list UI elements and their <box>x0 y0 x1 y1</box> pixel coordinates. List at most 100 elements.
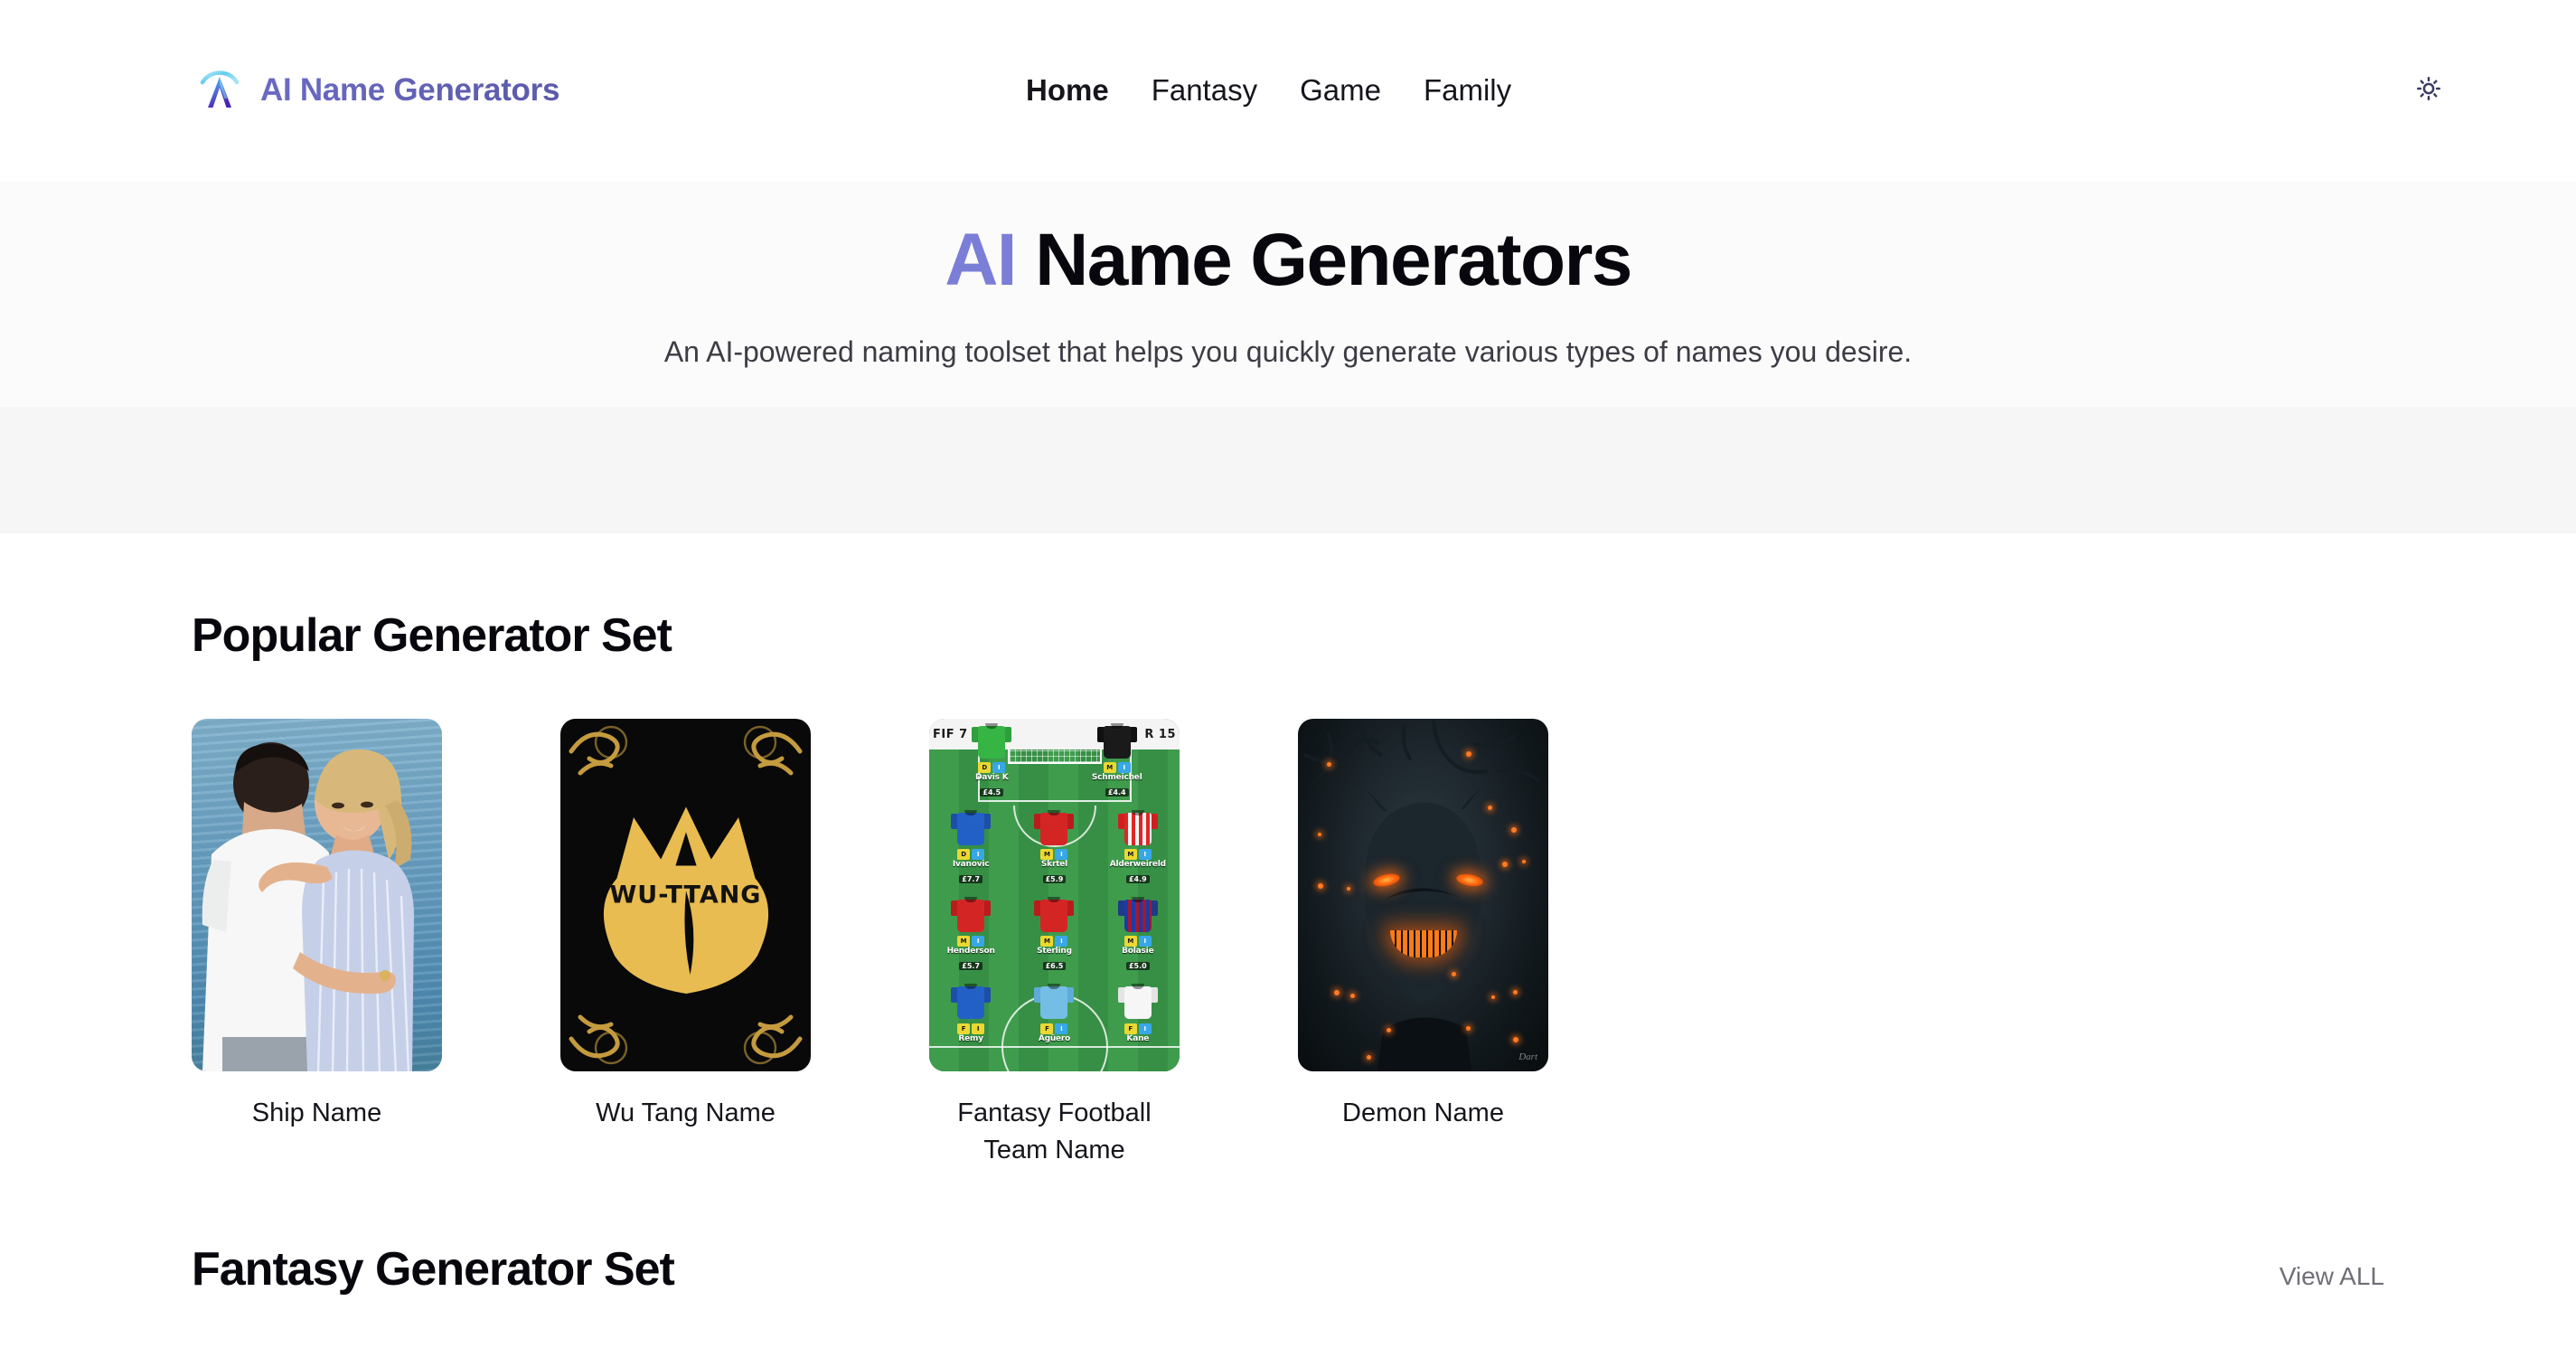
pitch-player-label: MI Schmeichel £4.4 <box>1082 761 1152 799</box>
page-title: AI Name Generators <box>0 222 2576 298</box>
player-name: Sterling <box>1037 947 1072 957</box>
pitch-player[interactable] <box>935 896 1006 933</box>
pitch-player-label: MI Henderson £5.7 <box>935 935 1006 973</box>
page-title-accent: AI <box>945 219 1017 301</box>
view-all-link[interactable]: View ALL <box>2280 1262 2384 1296</box>
couple-by-the-sea-photo <box>192 719 442 1072</box>
status-pill: I <box>992 762 1006 774</box>
brand-name: AI Name Generators <box>260 72 560 108</box>
nav-item-home[interactable]: Home <box>1026 73 1109 108</box>
position-pill: M <box>1103 762 1116 774</box>
kit-icon-black-gk <box>1096 722 1137 759</box>
kit-icon-liverpool-red <box>1034 896 1075 933</box>
player-price: £5.0 <box>1125 962 1150 971</box>
ai-arrow-logo-icon <box>192 62 248 118</box>
player-price: £4.9 <box>1125 875 1150 884</box>
player-name: Henderson <box>946 947 995 957</box>
popular-section-title: Popular Generator Set <box>192 609 672 663</box>
kit-icon-palace-stripes <box>1117 896 1158 933</box>
generator-card-label: Fantasy Football Team Name <box>957 1098 1152 1165</box>
kit-icon-tottenham-white <box>1117 983 1158 1020</box>
generator-card-ship-name[interactable]: Ship Name <box>192 719 442 1169</box>
player-name: Davis K <box>974 773 1009 783</box>
position-pill: F <box>957 1023 971 1035</box>
hero-section: AI Name Generators An AI-powered naming … <box>0 181 2576 408</box>
position-pill: F <box>1040 1023 1054 1035</box>
player-price: £6.5 <box>1042 962 1067 971</box>
status-pill: I <box>972 936 985 947</box>
nav-item-game[interactable]: Game <box>1300 73 1381 108</box>
pitch-player[interactable] <box>1082 722 1152 759</box>
wu-tang-wordmark: WU-TTANG <box>609 881 762 910</box>
position-pill: F <box>1123 1023 1137 1035</box>
position-pill: D <box>957 849 971 861</box>
player-name: Ivanovic <box>952 860 990 870</box>
generator-card-label: Wu Tang Name <box>596 1098 776 1128</box>
generator-card-label: Demon Name <box>1342 1098 1504 1128</box>
player-name: Schmeichel <box>1091 773 1142 783</box>
kit-icon-liverpool-red <box>1034 809 1075 846</box>
kit-icon-chelsea-blue <box>951 983 992 1020</box>
pitch-player[interactable] <box>935 809 1006 846</box>
page-title-rest: Name Generators <box>1016 219 1632 301</box>
position-pill: M <box>1123 936 1137 947</box>
pitch-player[interactable] <box>935 983 1006 1020</box>
pitch-player[interactable] <box>1019 896 1089 933</box>
status-pill: I <box>1138 849 1152 861</box>
pitch-player-label: FI Remy <box>935 1023 1006 1044</box>
generator-card-wu-tang-name[interactable]: WU-TTANG Wu Tang Name <box>560 719 811 1169</box>
pitch-player-label: DI Davis K £4.5 <box>956 761 1027 799</box>
status-pill: I <box>1138 936 1152 947</box>
status-pill: I <box>972 849 985 861</box>
pitch-player-label: FI Agüero <box>1019 1023 1089 1044</box>
generator-card-demon-name[interactable]: Dart Demon Name <box>1298 719 1548 1169</box>
pitch-player[interactable] <box>1103 896 1173 933</box>
pitch-player-label: MI Skrtel £5.9 <box>1019 848 1089 886</box>
player-name: Skrtel <box>1040 860 1068 870</box>
nav-item-family[interactable]: Family <box>1424 73 1511 108</box>
main-content: Popular Generator Set Ship Name WU-TTANG… <box>0 533 2576 1296</box>
status-pill: I <box>1117 762 1131 774</box>
player-name: Agüero <box>1038 1034 1071 1044</box>
player-name: Alderweireld <box>1109 860 1166 870</box>
pitch-player[interactable] <box>1019 809 1089 846</box>
player-name: Remy <box>958 1034 983 1044</box>
brand-logo-link[interactable]: AI Name Generators <box>192 62 559 118</box>
hero-spacer-band <box>0 407 2576 534</box>
pitch-player-label: MI Bolasie £5.0 <box>1103 935 1173 973</box>
player-name: Bolasie <box>1122 947 1154 957</box>
kit-icon-green-gk <box>972 722 1012 759</box>
player-price: £7.7 <box>959 875 983 884</box>
position-pill: M <box>1040 849 1054 861</box>
generator-card-fantasy-football-team-name[interactable]: FIF 7 R 15 D I Davis K £4.5 M I Schmeich… <box>929 719 1180 1169</box>
status-pill: I <box>972 1023 985 1035</box>
nav-item-fantasy[interactable]: Fantasy <box>1152 73 1257 108</box>
dark-demon-glowing-eyes-art: Dart <box>1298 719 1548 1072</box>
pitch-player[interactable] <box>1103 809 1173 846</box>
site-header: AI Name Generators Home Fantasy Game Fam… <box>0 0 2576 181</box>
status-pill: I <box>1138 1023 1152 1035</box>
player-price: £5.9 <box>1042 875 1067 884</box>
sun-icon <box>2415 75 2442 107</box>
main-navigation: Home Fantasy Game Family <box>1026 73 1511 108</box>
position-pill: M <box>1040 936 1054 947</box>
kit-icon-southampton-stripes <box>1117 809 1158 846</box>
popular-section-header: Popular Generator Set <box>192 533 2384 663</box>
pitch-player-label: FI Kane <box>1103 1023 1173 1044</box>
status-pill: I <box>1055 1023 1068 1035</box>
generator-card-label: Ship Name <box>251 1098 382 1128</box>
pitch-player[interactable] <box>1103 983 1173 1020</box>
kit-icon-liverpool-red <box>951 896 992 933</box>
artist-signature: Dart <box>1518 1051 1537 1063</box>
theme-toggle-button[interactable] <box>2408 70 2449 111</box>
status-pill: I <box>1055 849 1068 861</box>
pitch-player[interactable] <box>1019 983 1089 1020</box>
pitch-player[interactable] <box>956 722 1027 759</box>
fantasy-section-title: Fantasy Generator Set <box>192 1242 675 1296</box>
player-name: Kane <box>1126 1034 1150 1044</box>
hero-subtitle: An AI-powered naming toolset that helps … <box>663 335 1913 368</box>
player-price: £4.5 <box>980 788 1004 797</box>
status-pill: I <box>1055 936 1068 947</box>
kit-icon-chelsea-blue <box>951 809 992 846</box>
position-pill: M <box>957 936 971 947</box>
